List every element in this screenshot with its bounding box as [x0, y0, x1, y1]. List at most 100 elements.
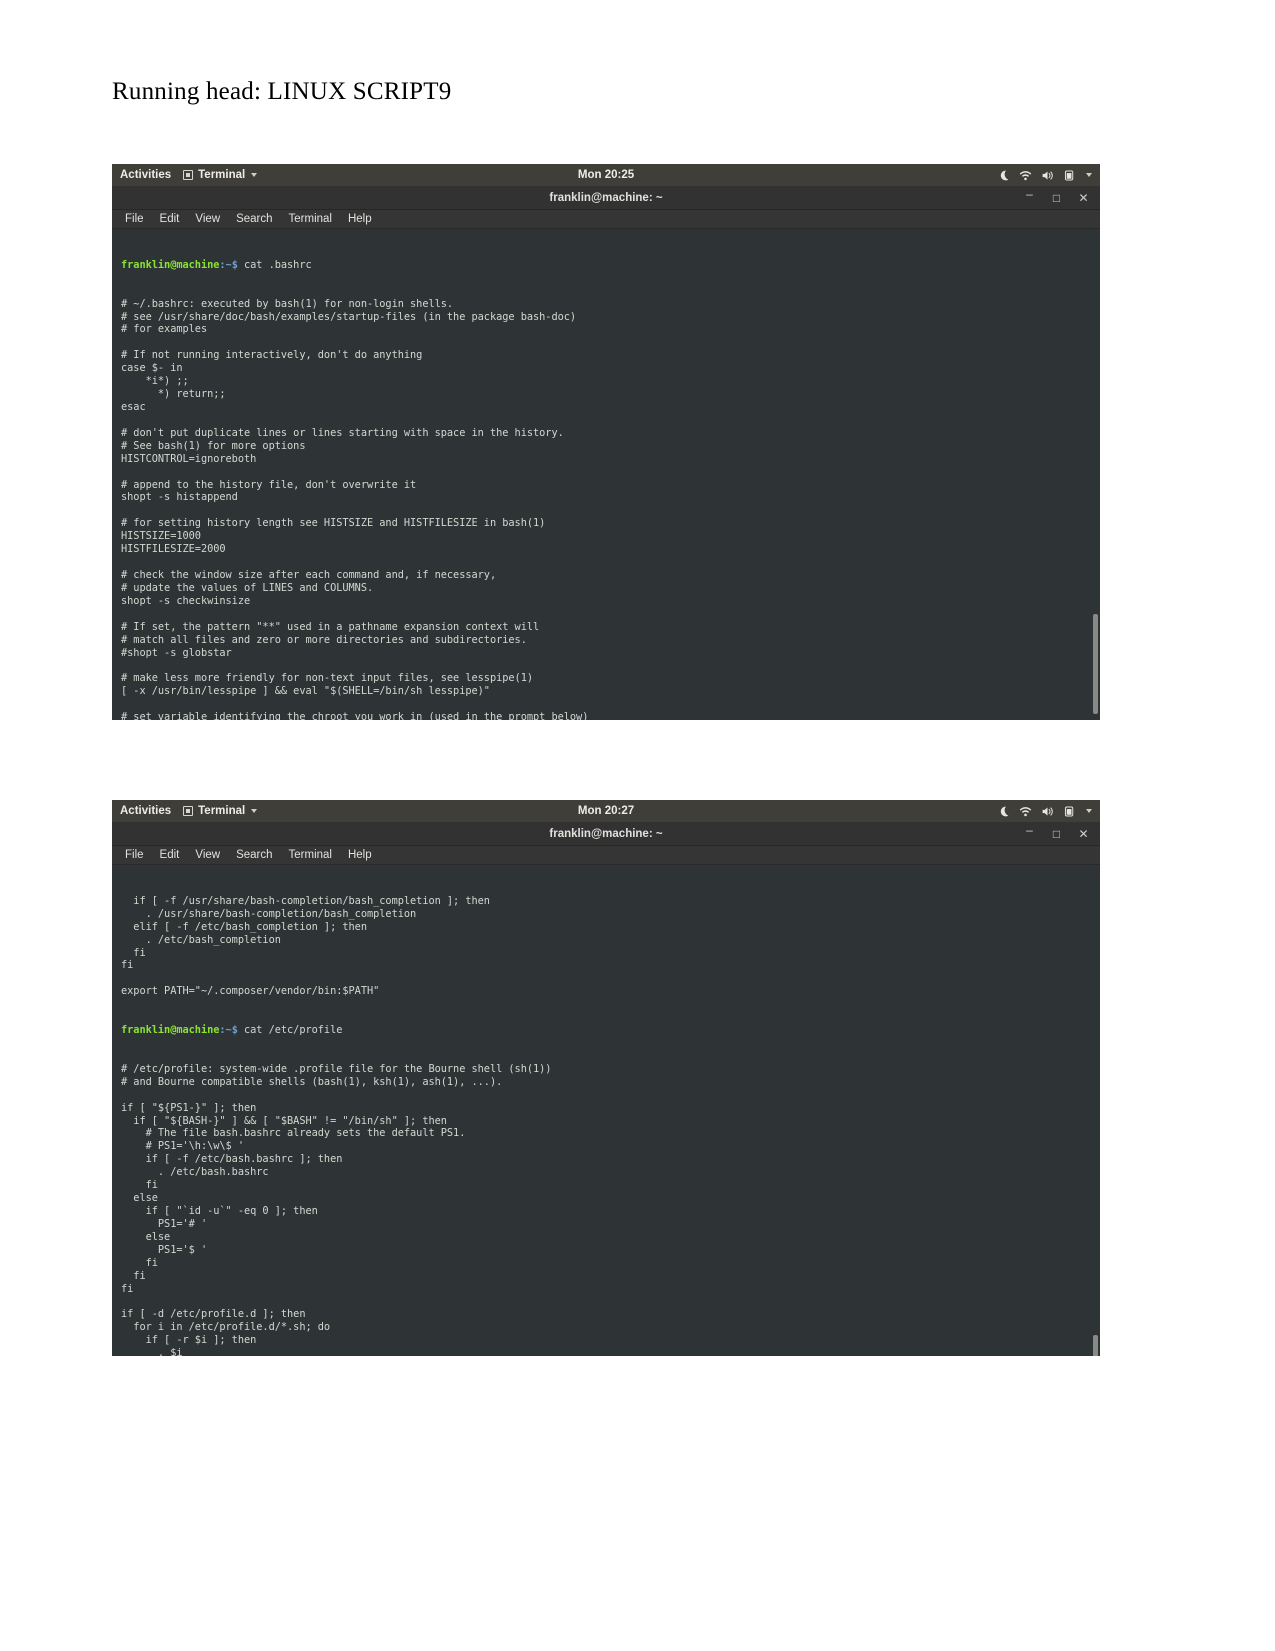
terminal-app-icon-2: [183, 806, 194, 816]
terminal-line: #shopt -s globstar: [121, 646, 232, 659]
gnome-top-bar-2: Activities Terminal Mon 20:27: [112, 800, 1100, 822]
terminal-line: PS1='# ': [121, 1217, 208, 1230]
terminal-prompt-line-2: franklin@machine:~$ cat /etc/profile: [121, 1024, 1100, 1037]
terminal-line: esac: [121, 400, 146, 413]
menu-edit-2[interactable]: Edit: [160, 849, 180, 861]
status-menu-chevron-down-icon-1[interactable]: [1086, 173, 1092, 177]
prompt-user-2: franklin@machine: [121, 1024, 220, 1037]
status-menu-chevron-down-icon-2[interactable]: [1086, 809, 1092, 813]
menu-search-2[interactable]: Search: [236, 849, 272, 861]
terminal-line: [ -x /usr/bin/lesspipe ] && eval "$(SHEL…: [121, 685, 490, 698]
battery-icon-2: [1063, 805, 1076, 818]
gnome-top-bar-left-2: Activities Terminal: [120, 805, 258, 817]
app-menu-label-2: Terminal: [198, 805, 246, 817]
terminal-line: if [ -r $i ]; then: [121, 1334, 257, 1347]
page-title: Running head: LINUX SCRIPT9: [112, 78, 452, 105]
activities-button-2[interactable]: Activities: [120, 805, 171, 817]
clock-1[interactable]: Mon 20:25: [112, 169, 1100, 181]
terminal-line: HISTFILESIZE=2000: [121, 543, 226, 556]
terminal-line: # make less more friendly for non-text i…: [121, 672, 534, 685]
terminal-line: # and Bourne compatible shells (bash(1),…: [121, 1075, 503, 1088]
maximize-button-1[interactable]: □: [1051, 192, 1062, 204]
window-controls-2: – □ ✕: [1024, 824, 1100, 840]
app-menu-1[interactable]: Terminal: [183, 169, 258, 181]
close-button-2[interactable]: ✕: [1078, 828, 1089, 840]
terminal-line: shopt -s checkwinsize: [121, 594, 251, 607]
clock-2[interactable]: Mon 20:27: [112, 805, 1100, 817]
minimize-button-1[interactable]: –: [1024, 188, 1035, 200]
terminal-line: shopt -s histappend: [121, 491, 238, 504]
terminal-line: # /etc/profile: system-wide .profile fil…: [121, 1062, 552, 1075]
terminal-line: if [ "${BASH-}" ] && [ "$BASH" != "/bin/…: [121, 1114, 447, 1127]
app-menu-2[interactable]: Terminal: [183, 805, 258, 817]
chevron-down-icon-1: [251, 173, 258, 177]
terminal-line: fi: [121, 1269, 146, 1282]
terminal-line: # If set, the pattern "**" used in a pat…: [121, 620, 540, 633]
terminal-line: fi: [121, 946, 146, 959]
menu-file-2[interactable]: File: [125, 849, 144, 861]
terminal-line: *i*) ;;: [121, 375, 189, 388]
terminal-scrollbar-1[interactable]: [1093, 614, 1098, 714]
gnome-status-area-2[interactable]: [997, 805, 1092, 818]
moon-icon-1: [997, 169, 1010, 182]
menu-view-1[interactable]: View: [195, 213, 220, 225]
menu-help-2[interactable]: Help: [348, 849, 372, 861]
terminal-line: else: [121, 1230, 171, 1243]
terminal-line: case $- in: [121, 362, 183, 375]
terminal-output-1[interactable]: franklin@machine:~$ cat .bashrc # ~/.bas…: [112, 229, 1100, 720]
menu-terminal-2[interactable]: Terminal: [289, 849, 332, 861]
terminal-line: # append to the history file, don't over…: [121, 478, 417, 491]
prompt-path-1: :~$: [219, 258, 238, 271]
close-button-1[interactable]: ✕: [1078, 192, 1089, 204]
terminal-screenshot-1: Activities Terminal Mon 20:25 franklin@m…: [112, 164, 1100, 720]
terminal-line: # see /usr/share/doc/bash/examples/start…: [121, 310, 577, 323]
terminal-line: fi: [121, 1179, 158, 1192]
window-title-2: franklin@machine: ~: [549, 827, 663, 840]
menu-file-1[interactable]: File: [125, 213, 144, 225]
moon-icon-2: [997, 805, 1010, 818]
activities-button-1[interactable]: Activities: [120, 169, 171, 181]
terminal-line: # for examples: [121, 323, 208, 336]
gnome-top-bar-1: Activities Terminal Mon 20:25: [112, 164, 1100, 186]
menu-help-1[interactable]: Help: [348, 213, 372, 225]
terminal-line: fi: [121, 1282, 134, 1295]
window-controls-1: – □ ✕: [1024, 188, 1100, 204]
prompt-command-1: cat .bashrc: [237, 258, 312, 271]
gnome-status-area-1[interactable]: [997, 169, 1092, 182]
window-titlebar-1: franklin@machine: ~ – □ ✕: [112, 186, 1100, 210]
terminal-line: # The file bash.bashrc already sets the …: [121, 1127, 466, 1140]
terminal-line: # PS1='\h:\w\$ ': [121, 1140, 244, 1153]
wifi-icon-2: [1019, 805, 1032, 818]
menu-edit-1[interactable]: Edit: [160, 213, 180, 225]
prompt-path-2: :~$: [219, 1024, 238, 1037]
terminal-app-icon-1: [183, 170, 194, 180]
chevron-down-icon-2: [251, 809, 258, 813]
terminal-line: # don't put duplicate lines or lines sta…: [121, 426, 564, 439]
terminal-line: # If not running interactively, don't do…: [121, 349, 423, 362]
menu-view-2[interactable]: View: [195, 849, 220, 861]
menu-terminal-1[interactable]: Terminal: [289, 213, 332, 225]
wifi-icon-1: [1019, 169, 1032, 182]
terminal-line: if [ -d /etc/profile.d ]; then: [121, 1308, 306, 1321]
maximize-button-2[interactable]: □: [1051, 828, 1062, 840]
terminal-line: . /etc/bash.bashrc: [121, 1166, 269, 1179]
terminal-line: HISTSIZE=1000: [121, 530, 201, 543]
terminal-line: else: [121, 1192, 158, 1205]
terminal-scrollbar-2[interactable]: [1093, 1335, 1098, 1356]
terminal-output-2[interactable]: if [ -f /usr/share/bash-completion/bash_…: [112, 865, 1100, 1356]
terminal-line: # See bash(1) for more options: [121, 439, 306, 452]
prompt-user-1: franklin@machine: [121, 258, 220, 271]
menu-search-1[interactable]: Search: [236, 213, 272, 225]
window-title-1: franklin@machine: ~: [549, 191, 663, 204]
minimize-button-2[interactable]: –: [1024, 824, 1035, 836]
terminal-prompt-line-1: franklin@machine:~$ cat .bashrc: [121, 259, 1100, 272]
